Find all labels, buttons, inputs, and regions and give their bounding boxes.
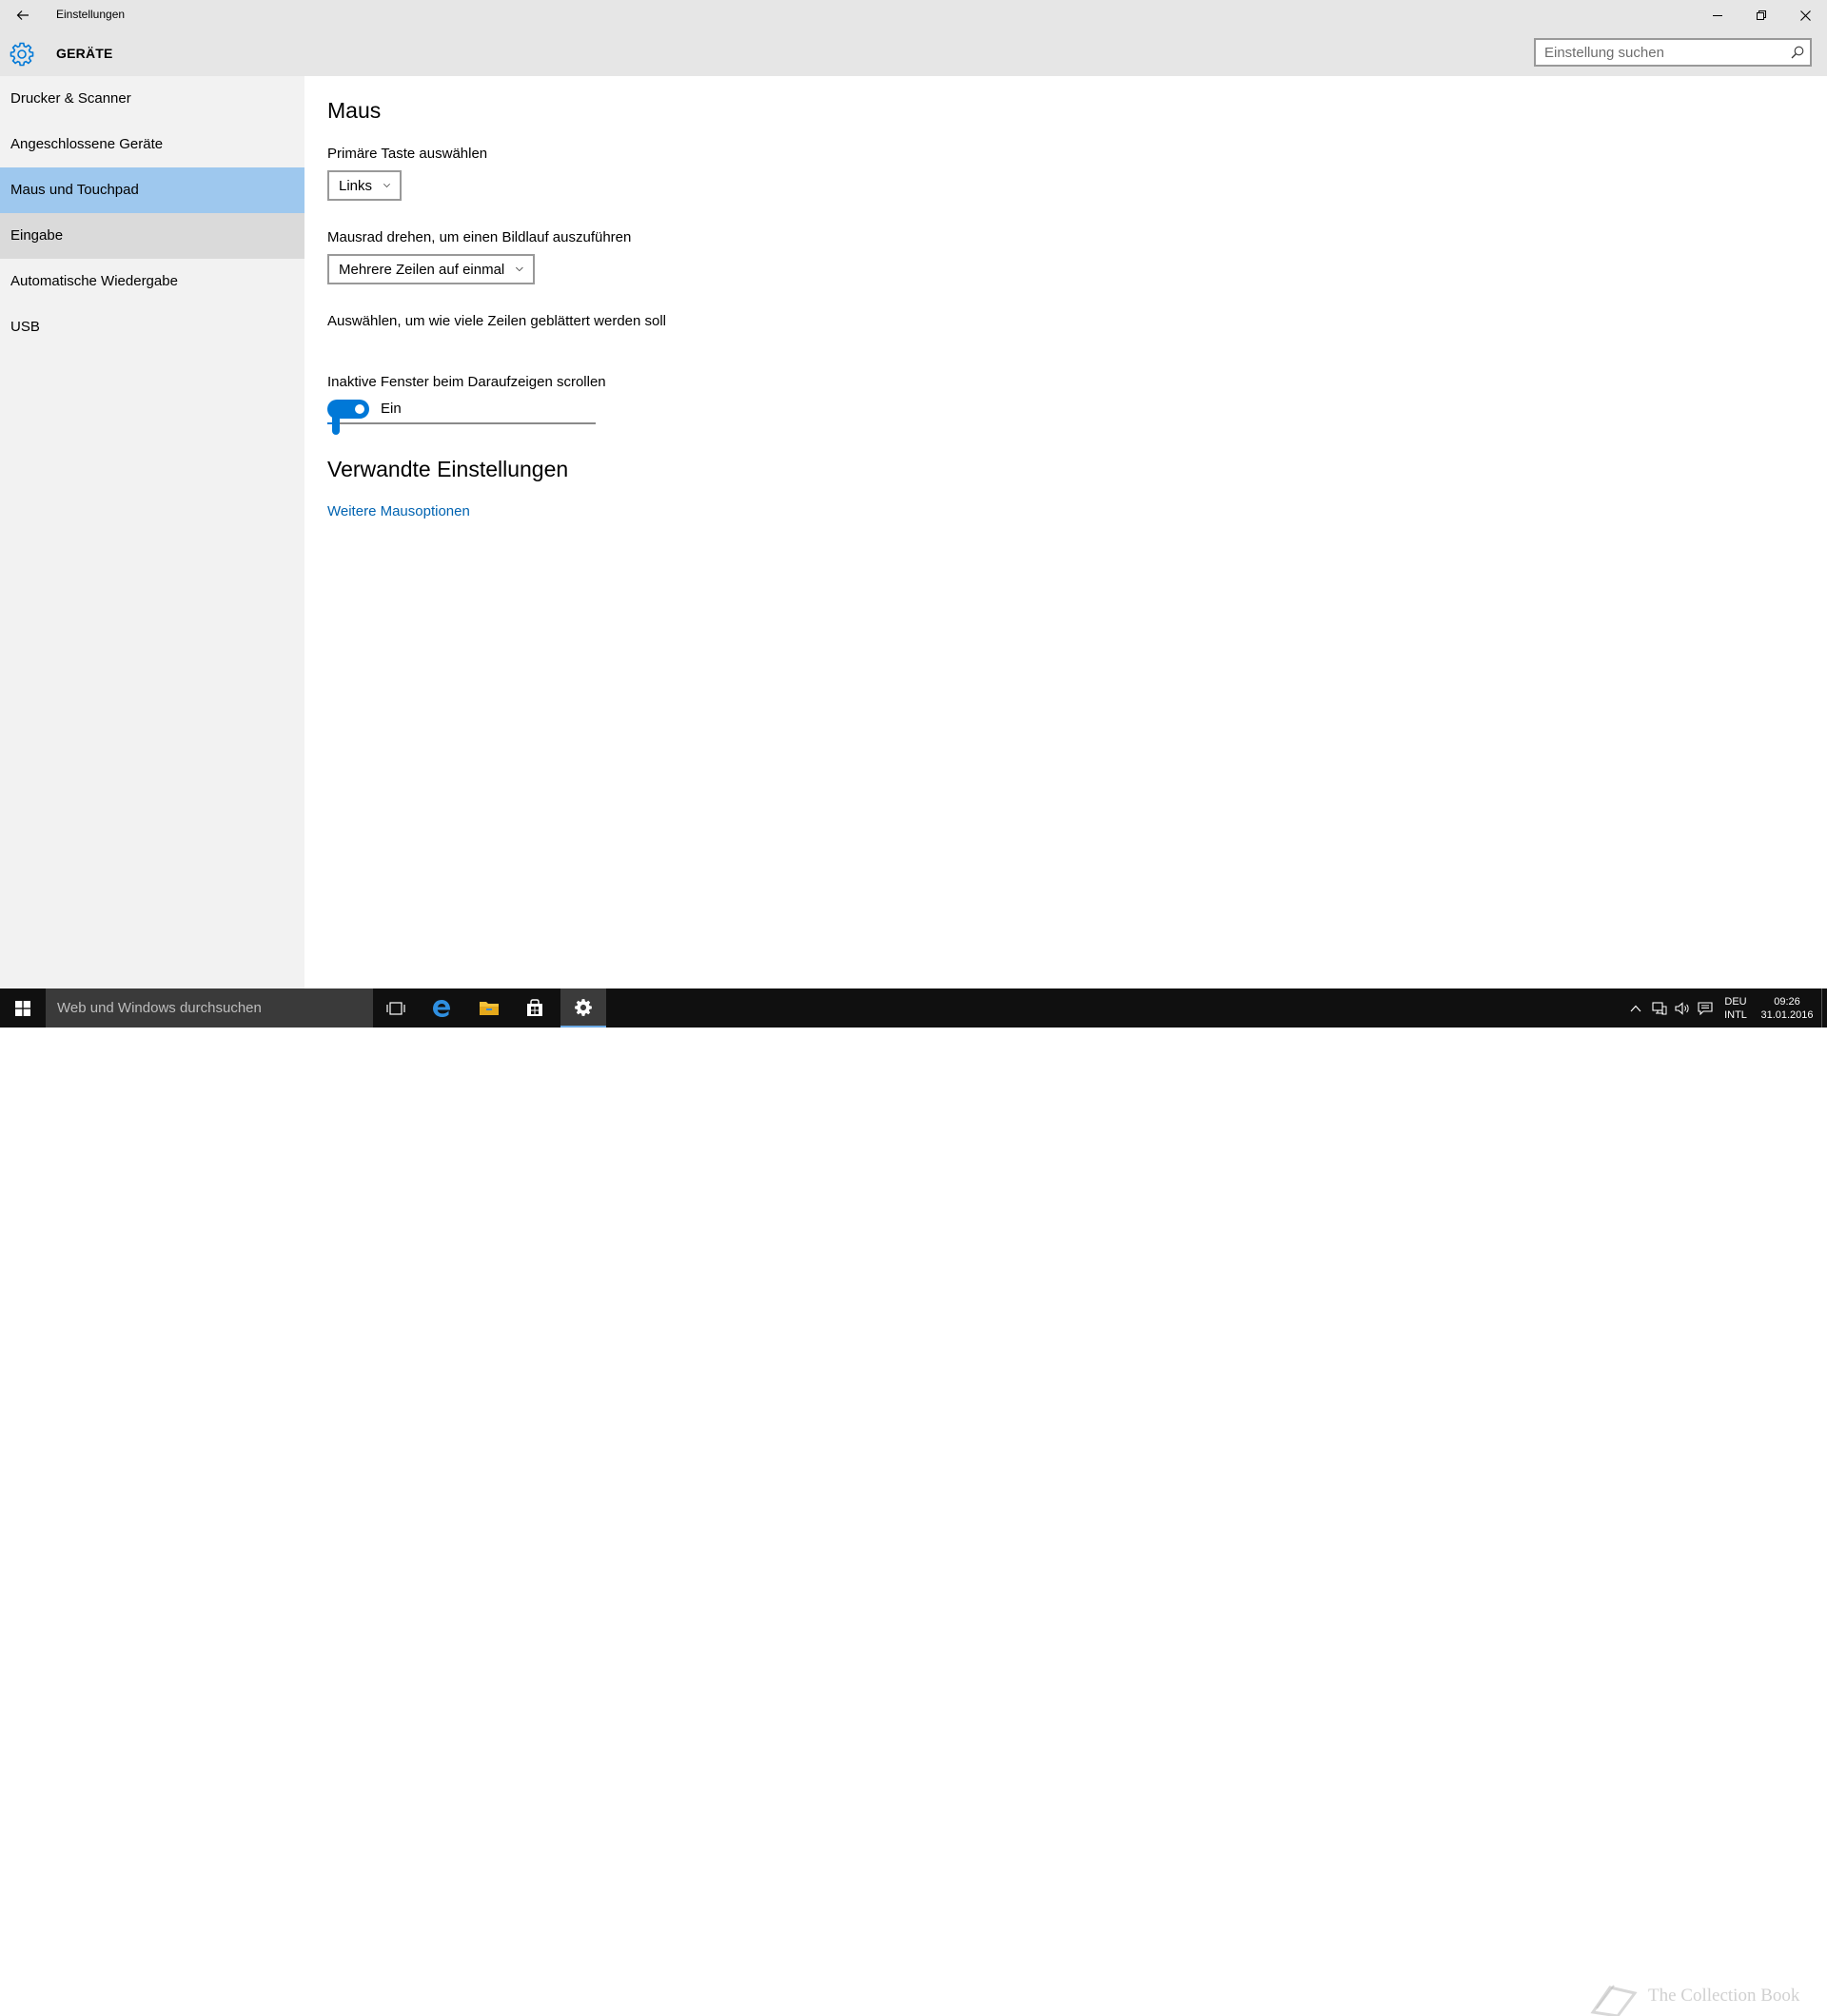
edge-browser-button[interactable] — [419, 988, 464, 1028]
close-icon — [1799, 10, 1811, 21]
store-button[interactable] — [512, 988, 558, 1028]
restore-button[interactable] — [1739, 0, 1783, 30]
minimize-icon — [1713, 15, 1722, 16]
inactive-scroll-label: Inaktive Fenster beim Daraufzeigen scrol… — [327, 374, 606, 390]
sidebar-item-typing[interactable]: Eingabe — [0, 213, 304, 259]
watermark-text: The Collection Book — [1648, 1986, 1800, 2006]
file-explorer-button[interactable] — [466, 988, 512, 1028]
clock-date: 31.01.2016 — [1760, 1008, 1814, 1021]
lines-slider-label: Auswählen, um wie viele Zeilen geblätter… — [327, 313, 667, 329]
start-button[interactable] — [0, 988, 46, 1028]
slider-track — [327, 422, 596, 424]
task-view-button[interactable] — [373, 988, 419, 1028]
minimize-button[interactable] — [1696, 0, 1739, 30]
chevron-down-icon — [516, 266, 523, 272]
restore-icon — [1757, 10, 1766, 20]
primary-button-dropdown[interactable]: Links — [327, 170, 402, 201]
sidebar-item-usb[interactable]: USB — [0, 304, 304, 350]
folder-icon — [480, 1001, 499, 1015]
taskbar: Web und Windows durchsuchen The Collecti… — [0, 988, 1827, 2016]
related-settings-title: Verwandte Einstellungen — [327, 457, 569, 481]
input-language-button[interactable]: DEU INTL — [1719, 988, 1753, 1028]
show-hidden-icons-button[interactable] — [1625, 988, 1646, 1028]
toggle-knob — [355, 404, 364, 414]
category-heading: GERÄTE — [56, 46, 113, 61]
clock-time: 09:26 — [1774, 995, 1800, 1008]
gear-icon — [10, 42, 34, 67]
notifications-icon — [1698, 1001, 1713, 1015]
settings-app-button[interactable] — [560, 988, 606, 1028]
show-desktop-button[interactable] — [1821, 988, 1827, 1028]
windows-logo-icon — [15, 1000, 30, 1016]
inactive-scroll-toggle[interactable] — [327, 400, 369, 419]
task-view-icon — [386, 1001, 405, 1015]
chevron-up-icon — [1630, 1005, 1641, 1011]
volume-button[interactable] — [1671, 988, 1694, 1028]
scroll-wheel-dropdown[interactable]: Mehrere Zeilen auf einmal — [327, 254, 535, 284]
watermark: The Collection Book — [1589, 1980, 1817, 2016]
page-title: Maus — [327, 98, 382, 123]
window-title: Einstellungen — [56, 8, 126, 21]
speaker-icon — [1675, 1001, 1689, 1015]
clock[interactable]: 09:26 31.01.2016 — [1757, 988, 1817, 1028]
edge-icon — [433, 999, 451, 1017]
book-logo-icon — [1590, 1985, 1638, 2016]
settings-header: GERÄTE — [0, 30, 1827, 76]
settings-gear-icon — [575, 998, 592, 1016]
more-mouse-options-link[interactable]: Weitere Mausoptionen — [327, 503, 470, 519]
search-icon[interactable] — [1791, 46, 1804, 59]
language-code: DEU — [1724, 995, 1747, 1008]
settings-search-box[interactable] — [1534, 38, 1812, 67]
close-button[interactable] — [1783, 0, 1827, 30]
keyboard-layout: INTL — [1724, 1008, 1747, 1021]
taskbar-search-box[interactable]: Web und Windows durchsuchen — [46, 988, 373, 1028]
primary-button-label: Primäre Taste auswählen — [327, 146, 488, 162]
scroll-wheel-label: Mausrad drehen, um einen Bildlauf auszuf… — [327, 229, 632, 245]
sidebar: Drucker & Scanner Angeschlossene Geräte … — [0, 76, 304, 988]
network-button[interactable] — [1648, 988, 1671, 1028]
sidebar-item-mouse-touchpad[interactable]: Maus und Touchpad — [0, 167, 304, 213]
toggle-state-label: Ein — [381, 401, 402, 417]
chevron-down-icon — [383, 184, 390, 187]
sidebar-item-printers-scanners[interactable]: Drucker & Scanner — [0, 76, 304, 122]
action-center-button[interactable] — [1694, 988, 1717, 1028]
primary-button-value: Links — [339, 177, 373, 194]
store-bag-icon — [527, 998, 542, 1016]
back-button[interactable] — [8, 0, 38, 30]
settings-search-input[interactable] — [1544, 40, 1782, 65]
sidebar-item-connected-devices[interactable]: Angeschlossene Geräte — [0, 122, 304, 167]
title-bar: Einstellungen — [0, 0, 1827, 30]
network-icon — [1652, 1001, 1667, 1014]
back-arrow-icon — [16, 10, 29, 20]
scroll-wheel-value: Mehrere Zeilen auf einmal — [339, 261, 505, 278]
main-content: Maus Primäre Taste auswählen Links Mausr… — [327, 76, 1812, 988]
sidebar-item-autoplay[interactable]: Automatische Wiedergabe — [0, 259, 304, 304]
